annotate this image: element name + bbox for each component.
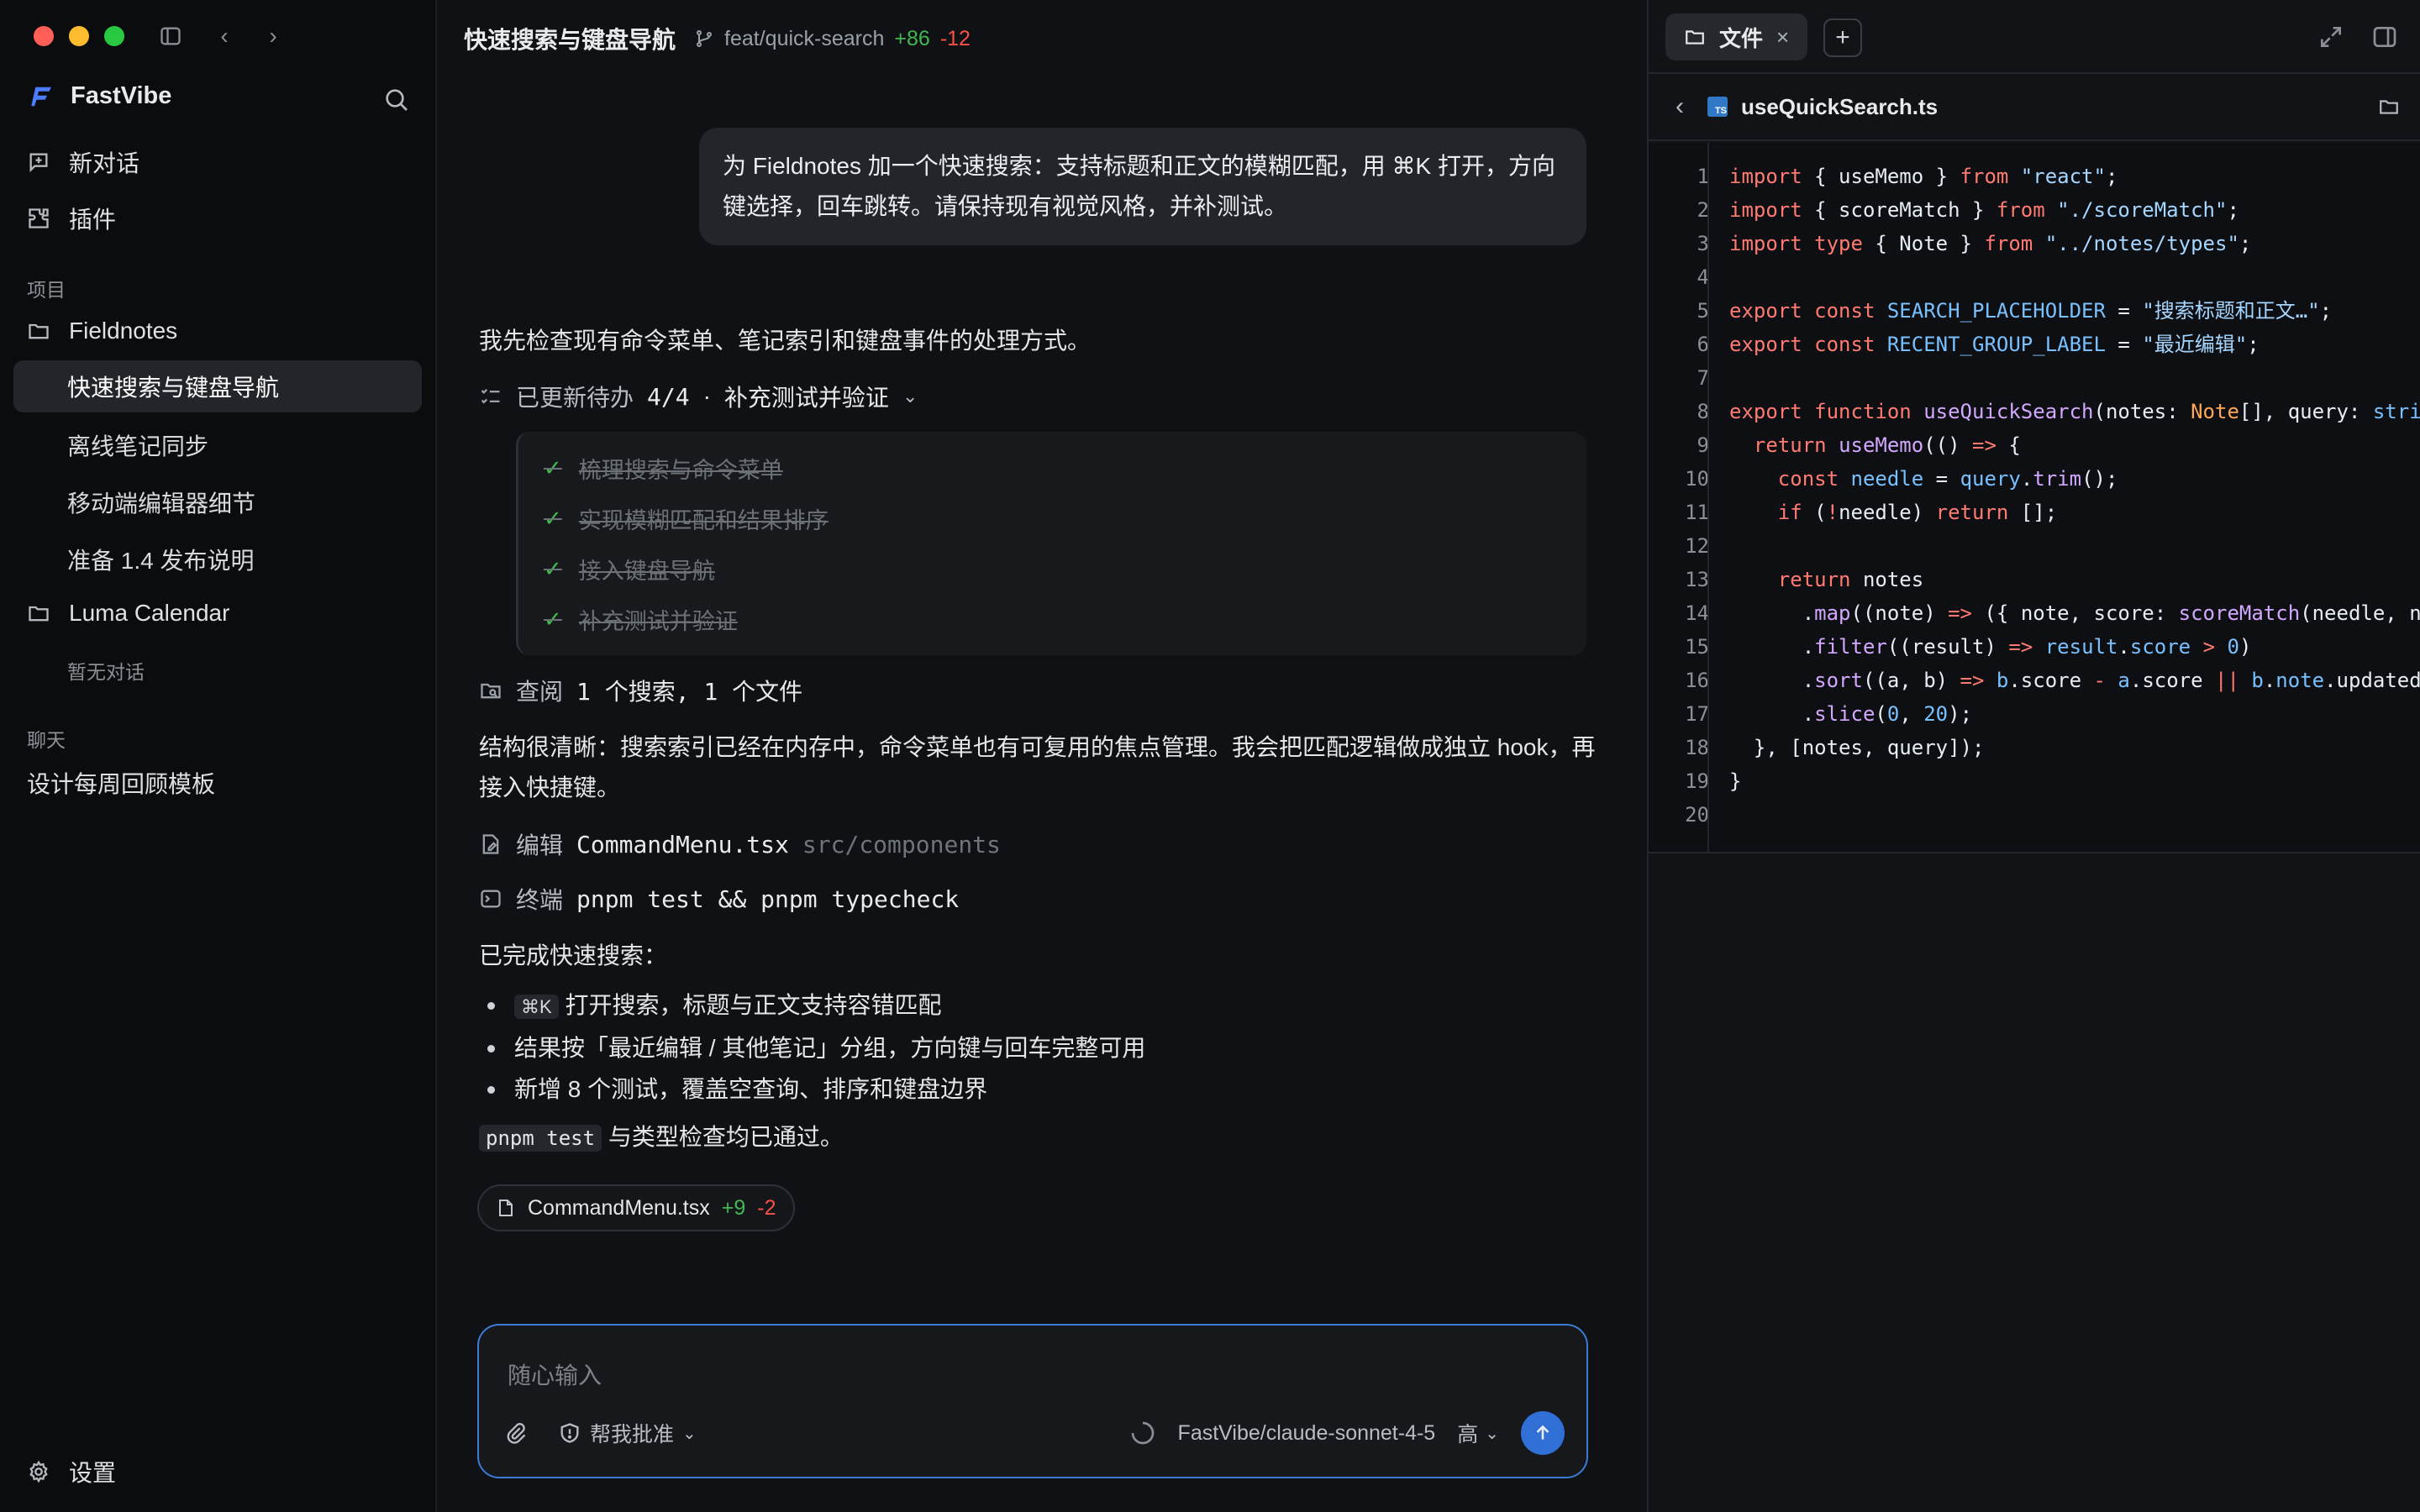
back-arrow-icon[interactable]: ‹ bbox=[1676, 92, 1684, 121]
new-tab-button[interactable]: + bbox=[1823, 18, 1862, 57]
changed-file-chip[interactable]: CommandMenu.tsx +9 -2 bbox=[477, 1184, 795, 1231]
assistant-analysis: 结构很清晰：搜索索引已经在内存中，命令菜单也有可复用的焦点管理。我会把匹配逻辑做… bbox=[479, 734, 1596, 801]
model-select[interactable]: FastVibe/claude-sonnet-4-5 bbox=[1178, 1421, 1436, 1446]
chat-plus-icon bbox=[29, 153, 48, 173]
chats-section-label: 聊天 bbox=[27, 729, 66, 751]
forward-arrow-icon[interactable]: › bbox=[260, 22, 286, 50]
branch-name: feat/quick-search bbox=[724, 26, 885, 50]
file-edit-icon bbox=[482, 834, 499, 854]
project-fieldnotes[interactable]: Fieldnotes bbox=[27, 318, 177, 344]
todo-item: ✓ 补充测试并验证 bbox=[544, 606, 738, 634]
shield-icon bbox=[560, 1423, 579, 1443]
new-chat-button[interactable]: 新对话 bbox=[27, 145, 139, 179]
plugins-button[interactable]: 插件 bbox=[27, 202, 116, 235]
app-name: FastVibe bbox=[71, 82, 172, 109]
arrow-up-icon bbox=[1536, 1425, 1549, 1440]
fastvibe-logo-icon bbox=[31, 87, 51, 106]
list-item: 新增 8 个测试，覆盖空查询、排序和键盘边界 bbox=[479, 1068, 1145, 1110]
file-pathbar: ‹ TS useQuickSearch.ts bbox=[1649, 74, 2420, 141]
typescript-file-icon: TS bbox=[1707, 97, 1728, 117]
toggle-panel-icon[interactable] bbox=[2371, 24, 2398, 50]
sidebar-item-release-notes[interactable]: 准备 1.4 发布说明 bbox=[67, 543, 254, 576]
edit-step[interactable]: 编辑 CommandMenu.tsx src/components bbox=[479, 827, 1001, 861]
check-icon: ✓ bbox=[544, 606, 562, 632]
composer-toolbar: 帮我批准 ⌄ FastVibe/claude-sonnet-4-5 高 ⌄ bbox=[504, 1411, 1565, 1455]
expand-icon[interactable] bbox=[2317, 24, 2344, 50]
panel-tabbar: 文件 × + bbox=[1649, 0, 2420, 74]
todo-toggle[interactable]: 已更新待办 4/4 · 补充测试并验证 ⌄ bbox=[479, 380, 918, 413]
message-composer[interactable]: 随心输入 帮我批准 ⌄ FastVibe/claude-sonnet-4-5 高… bbox=[477, 1324, 1588, 1478]
empty-conversations-text: 暂无对话 bbox=[67, 661, 145, 683]
message-input[interactable]: 随心输入 bbox=[508, 1357, 602, 1391]
conversation-pane: 快速搜索与键盘导航 feat/quick-search +86 -12 为 Fi… bbox=[437, 0, 1647, 1512]
minimize-window-button[interactable] bbox=[69, 26, 89, 46]
line-numbers: 1 2 3 4 5 6 7 8 9 10 11 12 13 14 15 16 17 18 19 20 bbox=[1685, 165, 1709, 827]
todo-item: ✓ 梳理搜索与命令菜单 bbox=[544, 455, 783, 483]
terminal-step[interactable]: 终端 pnpm test && pnpm typecheck bbox=[479, 882, 959, 916]
file-icon bbox=[499, 1200, 513, 1216]
git-branch-icon bbox=[697, 30, 713, 47]
gear-icon bbox=[29, 1460, 48, 1483]
conversation-title: 快速搜索与键盘导航 bbox=[464, 27, 676, 53]
loading-spinner-icon bbox=[1131, 1421, 1154, 1445]
final-status: pnpm test 与类型检查均已通过。 bbox=[479, 1117, 844, 1158]
user-message: 为 Fieldnotes 加一个快速搜索：支持标题和正文的模糊匹配，用 ⌘K 打… bbox=[699, 128, 1586, 245]
folder-icon bbox=[1686, 30, 1704, 45]
paperclip-icon[interactable] bbox=[504, 1421, 528, 1445]
list-item: ⌘K 打开搜索，标题与正文支持容错匹配 bbox=[479, 984, 1145, 1027]
zoom-window-button[interactable] bbox=[104, 26, 124, 46]
folder-search-icon bbox=[481, 683, 501, 699]
branch-info: feat/quick-search +86 -12 bbox=[694, 27, 971, 51]
toggle-sidebar-icon[interactable] bbox=[156, 22, 185, 50]
folder-icon bbox=[29, 606, 49, 622]
check-icon: ✓ bbox=[544, 506, 562, 531]
projects-section-label: 项目 bbox=[27, 279, 66, 301]
summary-title: 已完成快速搜索： bbox=[479, 942, 668, 969]
list-item: 结果按「最近编辑 / 其他笔记」分组，方向键与回车完整可用 bbox=[479, 1027, 1145, 1068]
close-window-button[interactable] bbox=[34, 26, 54, 46]
send-button[interactable] bbox=[1521, 1411, 1565, 1455]
open-filename: useQuickSearch.ts bbox=[1741, 93, 1939, 119]
chevron-down-icon: ⌄ bbox=[1485, 1424, 1499, 1443]
sidebar-item-offline-sync[interactable]: 离线笔记同步 bbox=[67, 428, 208, 462]
back-arrow-icon[interactable]: ‹ bbox=[212, 22, 237, 50]
sidebar: ‹ › FastVibe 新对话 插件 项目 Fieldnotes 快速搜索与键… bbox=[0, 0, 437, 1512]
summary-list: ⌘K 打开搜索，标题与正文支持容错匹配 结果按「最近编辑 / 其他笔记」分组，方… bbox=[479, 984, 1145, 1110]
project-luma-calendar[interactable]: Luma Calendar bbox=[27, 600, 229, 627]
assistant-intro: 我先检查现有命令菜单、笔记索引和键盘事件的处理方式。 bbox=[479, 328, 1092, 354]
todo-item: ✓ 实现模糊匹配和结果排序 bbox=[544, 506, 829, 533]
effort-select[interactable]: 高 ⌄ bbox=[1457, 1418, 1499, 1448]
folder-icon bbox=[29, 323, 49, 339]
chat-item-weekly-review[interactable]: 设计每周回顾模板 bbox=[27, 766, 215, 800]
todo-item: ✓ 接入键盘导航 bbox=[544, 556, 715, 584]
lines-removed: -12 bbox=[939, 26, 971, 50]
approval-mode-select[interactable]: 帮我批准 ⌄ bbox=[558, 1418, 697, 1448]
code-lines: import { useMemo } from "react"; import {… bbox=[1729, 165, 2420, 793]
checklist-icon bbox=[481, 389, 500, 404]
close-icon[interactable]: × bbox=[1776, 24, 1789, 50]
sidebar-item-mobile-editor[interactable]: 移动端编辑器细节 bbox=[67, 486, 255, 519]
puzzle-icon bbox=[29, 208, 49, 228]
brand: FastVibe bbox=[30, 82, 171, 110]
folder-open-icon[interactable] bbox=[2378, 96, 2400, 118]
conversation-header: 快速搜索与键盘导航 feat/quick-search +86 -12 bbox=[464, 22, 971, 55]
check-icon: ✓ bbox=[544, 455, 562, 480]
review-step[interactable]: 查阅 1 个搜索, 1 个文件 bbox=[479, 674, 802, 707]
window-controls bbox=[34, 26, 124, 46]
search-icon[interactable] bbox=[383, 87, 410, 113]
settings-button[interactable]: 设置 bbox=[27, 1455, 116, 1488]
code-viewer[interactable]: 1 2 3 4 5 6 7 8 9 10 11 12 13 14 15 16 17 18 19 20 import {… bbox=[1649, 143, 2420, 853]
chevron-down-icon: ⌄ bbox=[682, 1424, 697, 1443]
tab-files[interactable]: 文件 × bbox=[1665, 13, 1808, 60]
todo-list: ✓ 梳理搜索与命令菜单 ✓ 实现模糊匹配和结果排序 ✓ 接入键盘导航 ✓ 补充测试并验证 bbox=[516, 432, 1586, 655]
check-icon: ✓ bbox=[544, 556, 562, 581]
chevron-down-icon: ⌄ bbox=[902, 386, 918, 407]
terminal-icon bbox=[481, 890, 501, 908]
sidebar-item-quick-search[interactable]: 快速搜索与键盘导航 bbox=[13, 360, 422, 412]
files-panel: 文件 × + ‹ TS useQuickSearch.ts 1234567891… bbox=[1647, 0, 2420, 1512]
lines-added: +86 bbox=[894, 26, 930, 50]
